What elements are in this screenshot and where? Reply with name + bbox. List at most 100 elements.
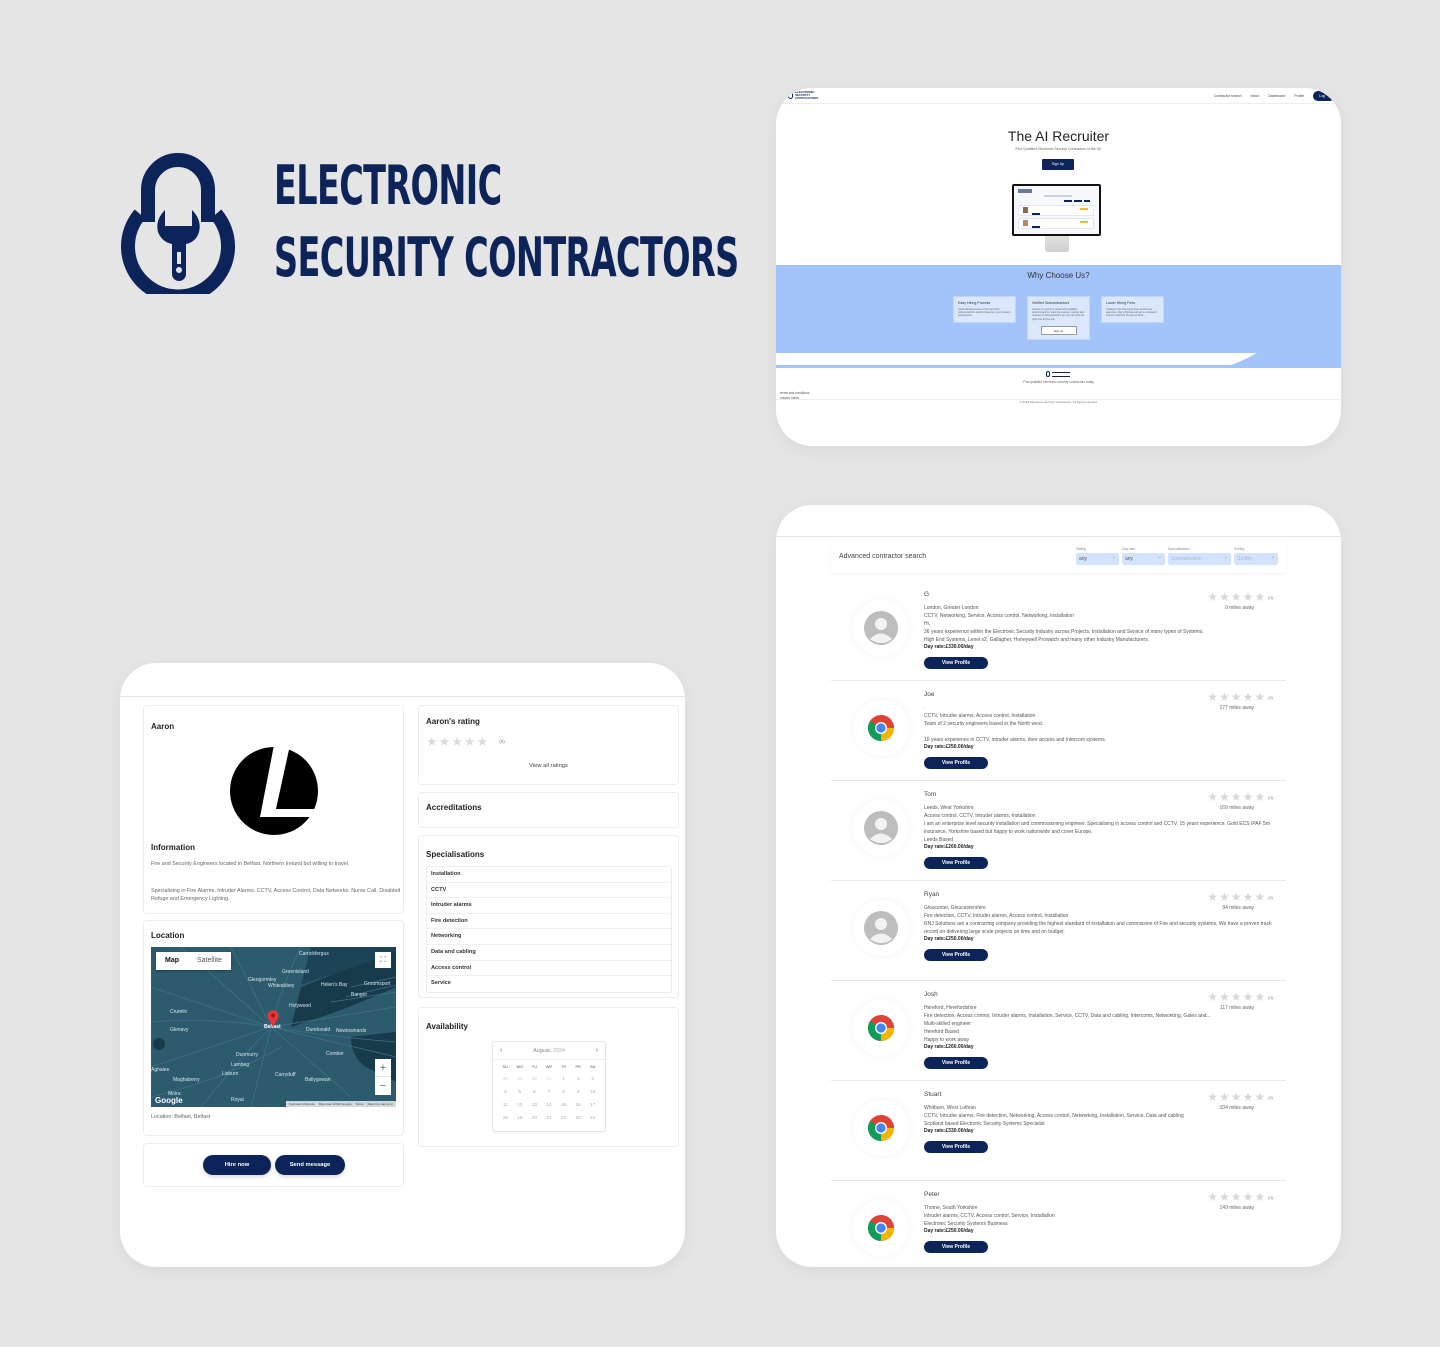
zoom-out-button[interactable]: − [375, 1077, 391, 1095]
calendar-day[interactable]: 2 [571, 1074, 586, 1084]
contractor-search-screenshot: Advanced contractor search Rating any Da… [776, 505, 1341, 1267]
nav-link-inbox[interactable]: Inbox [1251, 94, 1260, 98]
calendar-prev-icon[interactable]: ‹ [500, 1042, 502, 1060]
result-distance: 117 miles away [1219, 1005, 1254, 1011]
result-detail-line: Access control, CCTV, Intruder alarms, I… [924, 813, 1036, 819]
contractor-profile-screenshot: Aaron Information Fire and Security Engi… [120, 663, 685, 1267]
calendar-day[interactable]: 15 [556, 1100, 571, 1110]
specialisation-select[interactable]: Specialisation [1168, 551, 1231, 565]
calendar-day[interactable]: 31 [542, 1074, 557, 1084]
nav-link-contractor-search[interactable]: Contractor search [1214, 94, 1242, 98]
map-report-error[interactable]: Report a map error [368, 1101, 393, 1107]
filter-rating: Rating any [1076, 547, 1119, 565]
calendar-day[interactable]: 3 [585, 1074, 600, 1084]
calendar-day[interactable]: 28 [498, 1074, 513, 1084]
result-rating-stars: ★ ★ ★ ★ ★ (0) [1207, 991, 1273, 1003]
calendar-day[interactable]: 21 [542, 1113, 557, 1123]
star-icon: ★ [1230, 790, 1242, 804]
calendar-day[interactable]: 18 [498, 1113, 513, 1123]
calendar-day[interactable]: 5 [513, 1087, 528, 1097]
calendar-day[interactable]: 4 [498, 1087, 513, 1097]
send-message-button[interactable]: Send message [275, 1155, 345, 1175]
calendar-year[interactable]: 2024 [553, 1048, 565, 1054]
result-row: Peter Thorne, South Yorkshire Intruder al… [831, 1181, 1286, 1267]
view-profile-button[interactable]: View Profile [924, 657, 988, 669]
google-map[interactable]: Carrickfergus Greenisland Glengormley Wh… [151, 947, 396, 1107]
specialisation-item: Fire detection [427, 914, 671, 930]
result-detail-line: CCTV, Intruder alarms, Access control, I… [924, 713, 1036, 719]
specialisation-item: Installation [427, 867, 671, 883]
hire-now-button[interactable]: Hire now [203, 1155, 271, 1175]
calendar-day[interactable]: 14 [542, 1100, 557, 1110]
map-tab-satellite[interactable]: Satellite [188, 952, 231, 970]
map-place: Royal [231, 1097, 244, 1103]
view-profile-button[interactable]: View Profile [924, 757, 988, 769]
profile-card: Aaron Information Fire and Security Engi… [143, 705, 404, 914]
view-profile-button[interactable]: View Profile [924, 1241, 988, 1253]
specialisation-item: Data and cabling [427, 945, 671, 961]
calendar-day[interactable]: 16 [571, 1100, 586, 1110]
map-terms[interactable]: Terms [355, 1101, 363, 1107]
calendar-day[interactable]: 30 [527, 1074, 542, 1084]
result-rating-stars: ★ ★ ★ ★ ★ (0) [1207, 1091, 1273, 1103]
calendar-day[interactable]: 6 [527, 1087, 542, 1097]
calendar-day[interactable]: 1 [556, 1074, 571, 1084]
calendar-weekday: TU [531, 1064, 538, 1069]
view-all-ratings-link[interactable]: View all ratings [419, 763, 678, 769]
map-data-credit: Map data ©2024 Google [318, 1102, 352, 1106]
calendar-day[interactable]: 10 [585, 1087, 600, 1097]
nav-link-dashboard[interactable]: Dashboard [1268, 94, 1285, 98]
filter-sortby: SortBy SortBy [1234, 547, 1278, 565]
day-rate-select[interactable]: any [1122, 551, 1165, 565]
monitor-illustration [1012, 184, 1101, 254]
calendar-day[interactable]: 13 [527, 1100, 542, 1110]
fullscreen-icon[interactable]: ⛶ [375, 952, 391, 968]
star-icon: ★ [1207, 890, 1219, 904]
calendar-day[interactable]: 12 [513, 1100, 528, 1110]
calendar-day[interactable]: 7 [542, 1087, 557, 1097]
login-button[interactable]: Log [1313, 90, 1335, 101]
result-distance: 169 miles away [1219, 805, 1254, 811]
specialisations-card: Specialisations Installation CCTV Intruder… [418, 835, 679, 998]
why-signup-button[interactable]: Sign up [1040, 325, 1077, 335]
star-icon: ★ [1207, 690, 1219, 704]
calendar-day[interactable]: 23 [571, 1113, 586, 1123]
map-keyboard-shortcuts[interactable]: Keyboard shortcuts [289, 1101, 315, 1107]
chrome-icon [867, 1015, 895, 1042]
calendar-day[interactable]: 29 [513, 1074, 528, 1084]
view-profile-button[interactable]: View Profile [924, 1141, 988, 1153]
star-icon: ★ [1219, 1090, 1230, 1104]
sortby-select[interactable]: SortBy [1234, 551, 1278, 565]
star-icon: ★ [1242, 1090, 1254, 1104]
result-detail-line: CCTV, Networking, Service, Access contro… [924, 613, 1074, 619]
star-icon: ★ [1254, 590, 1266, 604]
calendar-day[interactable]: 22 [556, 1113, 571, 1123]
calendar-day[interactable]: 17 [585, 1100, 600, 1110]
specialisation-item: CCTV [427, 883, 671, 899]
calendar-day[interactable]: 19 [513, 1113, 528, 1123]
nav-link-profile[interactable]: Profile [1294, 94, 1304, 98]
view-profile-button[interactable]: View Profile [924, 1057, 988, 1069]
map-pin-icon[interactable] [267, 1010, 279, 1027]
star-icon: ★ [1242, 590, 1254, 604]
accreditations-heading: Accreditations [426, 803, 482, 812]
result-row: Ryan Gloucester, Gloucestershire Fire det… [831, 881, 1286, 981]
map-tab-map[interactable]: Map [156, 952, 188, 970]
result-detail-line: Hi, [924, 621, 931, 627]
rating-select[interactable]: any [1076, 551, 1119, 565]
calendar-next-icon[interactable]: › [596, 1042, 598, 1060]
calendar-day[interactable]: 20 [527, 1113, 542, 1123]
result-avatar [853, 700, 909, 756]
calendar-day[interactable]: 11 [498, 1100, 513, 1110]
calendar-weekday: SU [502, 1064, 509, 1069]
nav-logo[interactable]: ELECTRONIC SECURITY CONTRACTORS [788, 91, 819, 100]
view-profile-button[interactable]: View Profile [924, 949, 988, 961]
calendar-day[interactable]: 24 [585, 1113, 600, 1123]
calendar-day[interactable]: 8 [556, 1087, 571, 1097]
calendar-weekday: WE [545, 1064, 553, 1069]
zoom-in-button[interactable]: + [375, 1059, 391, 1077]
calendar-day[interactable]: 9 [571, 1087, 586, 1097]
result-avatar [853, 1100, 909, 1156]
view-profile-button[interactable]: View Profile [924, 857, 988, 869]
hero-signup-button[interactable]: Sign Up [1042, 159, 1074, 170]
